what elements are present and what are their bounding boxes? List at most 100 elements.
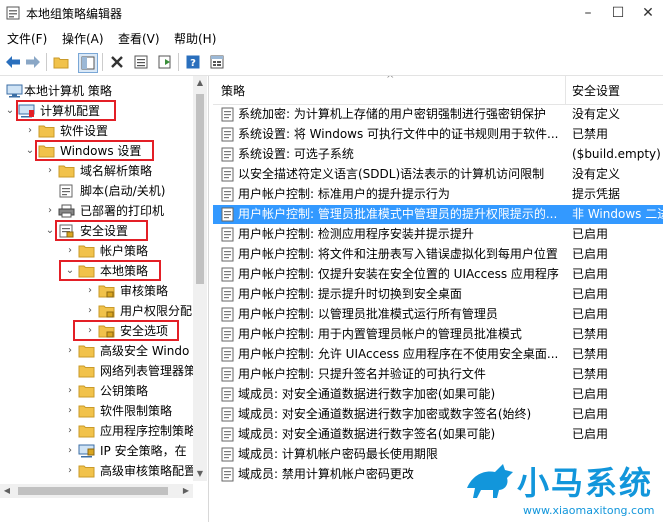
folder-icon [78, 245, 95, 258]
policy-setting: ($build.empty) [572, 147, 661, 161]
policy-row[interactable]: 系统设置: 将 Windows 可执行文件中的证书规则用于软件... 已禁用 [213, 125, 663, 144]
folder-lock-icon [98, 305, 115, 318]
folder-icon [78, 385, 95, 398]
script-icon [59, 184, 73, 198]
menu-action[interactable]: 操作(A) [62, 30, 104, 47]
policy-row[interactable]: 用户帐户控制: 以管理员批准模式运行所有管理员 已启用 [213, 305, 663, 324]
policy-icon [221, 327, 234, 342]
chevron-right-icon[interactable]: › [24, 121, 36, 141]
tree-horizontal-scrollbar[interactable]: ◀ ▶ [0, 484, 193, 498]
scroll-down-arrow-icon[interactable]: ▼ [193, 467, 207, 481]
export-list-icon[interactable] [156, 53, 174, 71]
scroll-right-arrow-icon[interactable]: ▶ [179, 484, 193, 498]
menu-file[interactable]: 文件(F) [7, 30, 47, 47]
policy-setting: 提示凭据 [572, 187, 621, 201]
up-folder-icon[interactable] [52, 53, 70, 71]
tree-label: 网络列表管理器策 [100, 364, 197, 378]
chevron-right-icon[interactable]: › [64, 461, 76, 481]
chevron-down-icon[interactable]: ⌄ [4, 101, 16, 121]
menu-help[interactable]: 帮助(H) [174, 30, 216, 47]
toolbar: ? [0, 49, 663, 76]
highlight-box-security-options [73, 320, 179, 341]
policy-icon [221, 467, 234, 482]
highlight-box-computer-config [16, 100, 116, 121]
chevron-right-icon[interactable]: › [64, 241, 76, 261]
chevron-right-icon[interactable]: › [44, 161, 56, 181]
filter-options-icon[interactable] [208, 53, 226, 71]
gpedit-app-icon [6, 6, 20, 20]
policy-name: 用户帐户控制: 以管理员批准模式运行所有管理员 [238, 307, 498, 321]
policy-icon [221, 167, 234, 182]
tree-vertical-scrollbar[interactable]: ▲ ▼ [193, 76, 207, 481]
window-title: 本地组策略编辑器 [26, 7, 123, 21]
policy-row[interactable]: 域成员: 对安全通道数据进行数字加密或数字签名(始终) 已启用 [213, 405, 663, 424]
chevron-right-icon[interactable]: › [64, 441, 76, 461]
chevron-right-icon[interactable]: › [64, 401, 76, 421]
highlight-box-security-settings [55, 220, 148, 241]
scroll-left-arrow-icon[interactable]: ◀ [0, 484, 14, 498]
policy-icon [221, 387, 234, 402]
back-icon[interactable] [4, 53, 22, 71]
tree-label: 软件设置 [60, 124, 109, 138]
policy-icon [221, 307, 234, 322]
policy-row[interactable]: 用户帐户控制: 提示提升时切换到安全桌面 已启用 [213, 285, 663, 304]
policy-setting: 没有定义 [572, 107, 621, 121]
policy-row[interactable]: 用户帐户控制: 允许 UIAccess 应用程序在不使用安全桌面... 已禁用 [213, 345, 663, 364]
folder-lock-icon [98, 285, 115, 298]
menu-view[interactable]: 查看(V) [118, 30, 160, 47]
printer-icon [58, 204, 75, 218]
tree-label: 本地计算机 策略 [24, 84, 112, 98]
policy-row[interactable]: 用户帐户控制: 只提升签名并验证的可执行文件 已禁用 [213, 365, 663, 384]
tree-label: 软件限制策略 [100, 404, 173, 418]
chevron-right-icon[interactable]: › [44, 201, 56, 221]
policy-row[interactable]: 系统加密: 为计算机上存储的用户密钥强制进行强密钥保护 没有定义 [213, 105, 663, 124]
show-hide-tree-icon[interactable] [78, 53, 98, 73]
policy-row[interactable]: 用户帐户控制: 标准用户的提升提示行为 提示凭据 [213, 185, 663, 204]
policy-setting: 已启用 [572, 307, 609, 321]
policy-row[interactable]: 用户帐户控制: 用于内置管理员帐户的管理员批准模式 已禁用 [213, 325, 663, 344]
policy-row[interactable]: 用户帐户控制: 将文件和注册表写入错误虚拟化到每用户位置 已启用 [213, 245, 663, 264]
policy-row[interactable]: 用户帐户控制: 检测应用程序安装并提示提升 已启用 [213, 225, 663, 244]
close-button[interactable]: ✕ [633, 3, 663, 23]
tree-label: 高级安全 Windo [100, 344, 190, 358]
ipsec-icon [78, 444, 95, 458]
delete-icon[interactable] [108, 53, 126, 71]
scroll-up-arrow-icon[interactable]: ▲ [193, 76, 207, 90]
policy-setting: 已启用 [572, 287, 609, 301]
properties-icon[interactable] [132, 53, 150, 71]
policy-name: 系统设置: 可选子系统 [238, 147, 354, 161]
help-icon[interactable]: ? [184, 53, 202, 71]
chevron-right-icon[interactable]: › [64, 381, 76, 401]
policy-setting: 已启用 [572, 267, 609, 281]
policy-name: 用户帐户控制: 标准用户的提升提示行为 [238, 187, 450, 201]
policy-setting: 没有定义 [572, 167, 621, 181]
policy-row[interactable]: 以安全描述符定义语言(SDDL)语法表示的计算机访问限制 没有定义 [213, 165, 663, 184]
minimize-button[interactable]: – [573, 3, 603, 23]
watermark: 小马系统 www.xiaomaxitong.com [463, 452, 663, 522]
policy-icon [221, 367, 234, 382]
policy-name: 用户帐户控制: 允许 UIAccess 应用程序在不使用安全桌面... [238, 347, 559, 361]
folder-icon [38, 125, 55, 138]
tree-label: 用户权限分配 [120, 304, 193, 318]
policy-setting: 已禁用 [572, 347, 609, 361]
chevron-right-icon[interactable]: › [64, 421, 76, 441]
policy-row[interactable]: 域成员: 对安全通道数据进行数字签名(如果可能) 已启用 [213, 425, 663, 444]
policy-row[interactable]: 用户帐户控制: 管理员批准模式中管理员的提升权限提示的... 非 Windows … [213, 205, 663, 224]
chevron-right-icon[interactable]: › [64, 341, 76, 361]
chevron-right-icon[interactable]: › [84, 301, 96, 321]
scroll-thumb[interactable] [196, 94, 204, 284]
chevron-right-icon[interactable]: › [84, 281, 96, 301]
policy-name: 域成员: 对安全通道数据进行数字加密或数字签名(始终) [238, 407, 532, 421]
forward-icon[interactable] [24, 53, 42, 71]
column-header-policy[interactable]: 策略 [221, 82, 245, 99]
tree-label: 已部署的打印机 [80, 204, 165, 218]
column-header-setting[interactable]: 安全设置 [572, 82, 620, 99]
maximize-button[interactable]: ☐ [603, 3, 633, 23]
policy-setting: 已禁用 [572, 367, 609, 381]
policy-row[interactable]: 系统设置: 可选子系统 ($build.empty) [213, 145, 663, 164]
tree-label: 脚本(启动/关机) [80, 184, 166, 198]
policy-row[interactable]: 用户帐户控制: 仅提升安装在安全位置的 UIAccess 应用程序 已启用 [213, 265, 663, 284]
scroll-thumb[interactable] [18, 487, 168, 495]
policy-row[interactable]: 域成员: 对安全通道数据进行数字加密(如果可能) 已启用 [213, 385, 663, 404]
policy-icon [221, 207, 234, 222]
